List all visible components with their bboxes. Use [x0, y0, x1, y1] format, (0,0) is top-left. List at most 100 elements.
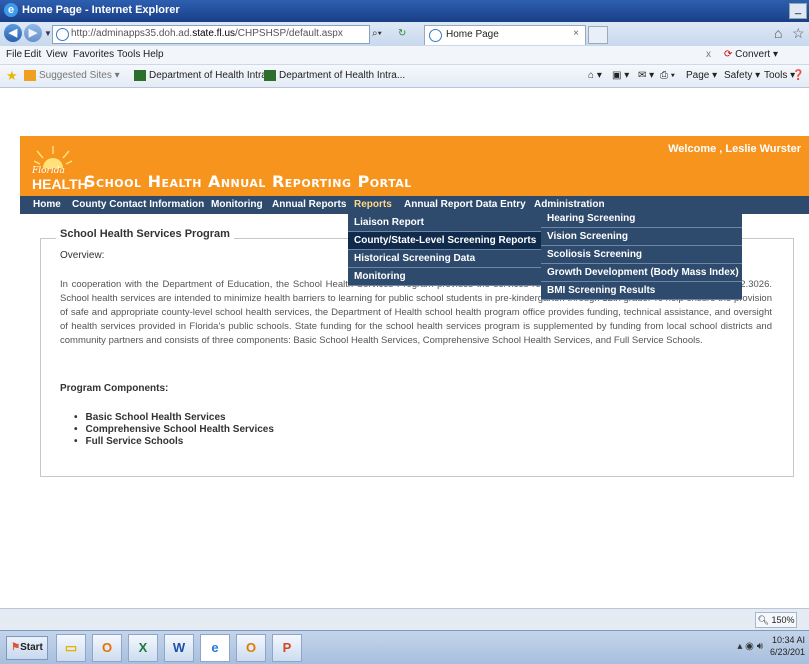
menu-item-monitoring[interactable]: Monitoring — [348, 268, 541, 286]
menu-help[interactable]: Help — [143, 49, 164, 60]
menu-item-historical-screening[interactable]: Historical Screening Data — [348, 250, 541, 268]
nav-home[interactable]: Home — [33, 199, 61, 210]
file-explorer-icon[interactable]: ▭ — [56, 634, 86, 662]
submenu-scoliosis-screening[interactable]: Scoliosis Screening — [541, 246, 742, 264]
florida-sun-logo-icon — [34, 146, 72, 168]
address-input[interactable]: http://adminapps35.doh.ad.state.fl.us/CH… — [52, 25, 370, 44]
refresh-icon[interactable]: ↻ — [398, 25, 406, 42]
back-arrow-icon[interactable]: ◀ — [4, 24, 22, 42]
page-menu-label: Page — [686, 70, 710, 81]
nav-county-contact[interactable]: County Contact Information — [72, 199, 204, 210]
nav-annual-report-data-entry[interactable]: Annual Report Data Entry — [404, 199, 526, 210]
url-prefix: http://adminapps35.doh.ad. — [71, 28, 193, 39]
outlook-icon[interactable]: O — [92, 634, 122, 662]
page-icon — [56, 28, 69, 41]
outlook-alt-icon[interactable]: O — [236, 634, 266, 662]
logo-florida-text: Florida — [32, 166, 65, 176]
nav-monitoring[interactable]: Monitoring — [211, 199, 263, 210]
zoom-icon: 🔍︎ — [757, 615, 769, 625]
tab-home-page[interactable]: Home Page × — [424, 25, 586, 45]
tab-close-icon[interactable]: × — [573, 28, 579, 39]
page-menu[interactable]: Page ▾ — [686, 70, 717, 81]
window-title-bar: e Home Page - Internet Explorer _ — [0, 0, 809, 22]
safety-menu-label: Safety — [724, 70, 753, 81]
menu-favorites[interactable]: Favorites — [73, 49, 114, 60]
address-toolbar: ◀ ▶ ▼ http://adminapps35.doh.ad.state.fl… — [0, 22, 809, 46]
favorite-link-doh-2[interactable]: Department of Health Intra... — [264, 70, 405, 81]
portal-title: School Health Annual Reporting Portal — [84, 172, 412, 191]
page-content: Florida HEALTH School Health Annual Repo… — [0, 88, 809, 608]
tools-menu-label: Tools — [764, 70, 788, 81]
favorites-star-icon[interactable]: ★ — [6, 68, 18, 84]
list-item: Basic School Health Services — [74, 412, 274, 424]
program-legend: School Health Services Program — [56, 228, 234, 240]
start-button[interactable]: ⚑Start — [6, 636, 48, 660]
volume-icon[interactable]: 🔊︎ — [757, 641, 763, 652]
overview-heading: Overview: — [60, 250, 105, 261]
new-tab-button[interactable] — [588, 26, 608, 44]
window-title: Home Page - Internet Explorer — [22, 4, 180, 16]
doh-favicon — [264, 70, 276, 81]
submenu-vision-screening[interactable]: Vision Screening — [541, 228, 742, 246]
convert-label: Convert — [735, 49, 771, 60]
powerpoint-icon[interactable]: P — [272, 634, 302, 662]
nav-annual-reports[interactable]: Annual Reports — [272, 199, 346, 210]
menu-item-liaison-report[interactable]: Liaison Report — [348, 214, 541, 232]
menu-file[interactable]: File — [6, 49, 22, 60]
menu-view[interactable]: View — [46, 49, 68, 60]
url-path: /CHPSHSP/default.aspx — [235, 28, 343, 39]
forward-arrow-icon[interactable]: ▶ — [24, 24, 42, 42]
suggested-sites-label: Suggested Sites — [39, 70, 112, 82]
menu-edit[interactable]: Edit — [24, 49, 41, 60]
excel-icon[interactable]: X — [128, 634, 158, 662]
mail-icon[interactable]: ✉ ▾ — [638, 70, 654, 81]
components-list: Basic School Health Services Comprehensi… — [74, 412, 274, 448]
logo-health-text: HEALTH — [32, 176, 88, 192]
url-domain: state.fl.us — [192, 28, 236, 39]
suggested-sites-icon — [24, 70, 36, 81]
feeds-icon[interactable]: ▣ ▾ — [612, 70, 629, 81]
home-toolbar-icon[interactable]: ⌂ ▾ — [588, 70, 602, 81]
list-item: Full Service Schools — [74, 436, 274, 448]
minimize-button[interactable]: _ — [789, 3, 807, 19]
zoom-label: 150% — [771, 615, 795, 625]
site-banner: Florida HEALTH School Health Annual Repo… — [20, 136, 809, 196]
home-icon[interactable]: ⌂ — [774, 25, 782, 41]
submenu-hearing-screening[interactable]: Hearing Screening — [541, 210, 742, 228]
system-tray: ▴ ◉ 🔊︎ — [737, 641, 763, 652]
menu-tools[interactable]: Tools — [117, 49, 140, 60]
suggested-sites-link[interactable]: Suggested Sites ▾ — [24, 70, 120, 81]
tools-menu[interactable]: Tools ▾ — [764, 70, 795, 81]
doh-favicon — [134, 70, 146, 81]
menu-item-county-state-screening[interactable]: County/State-Level Screening Reports — [348, 232, 541, 250]
close-toolbar-icon[interactable]: x — [706, 49, 711, 60]
internet-explorer-icon[interactable]: e — [200, 634, 230, 662]
taskbar-clock[interactable]: 10:34 AI 6/23/201 — [770, 634, 805, 658]
nav-administration[interactable]: Administration — [534, 199, 605, 210]
tray-arrow-icon[interactable]: ▴ — [737, 641, 742, 652]
nav-reports[interactable]: Reports — [354, 199, 392, 210]
clock-date: 6/23/201 — [769, 647, 805, 657]
help-icon[interactable]: ❓ — [792, 70, 804, 81]
convert-button[interactable]: ⟳ Convert ▾ — [724, 49, 778, 60]
windows-flag-icon: ⚑ — [11, 642, 21, 653]
tab-label: Home Page — [446, 29, 499, 40]
favorite-link-doh-1[interactable]: Department of Health Intra... — [134, 70, 275, 81]
zoom-level-button[interactable]: 🔍︎ 150% — [755, 612, 797, 628]
print-icon[interactable]: ⎙ ▾ — [660, 70, 675, 81]
search-icon[interactable]: ⌕▾ — [372, 25, 382, 42]
start-label: Start — [20, 642, 43, 653]
submenu-growth-development[interactable]: Growth Development (Body Mass Index) — [541, 264, 742, 282]
word-icon[interactable]: W — [164, 634, 194, 662]
favorite-link-label: Department of Health Intra... — [149, 70, 276, 82]
status-bar: 🔍︎ 150% — [0, 608, 809, 631]
submenu-bmi-screening-results[interactable]: BMI Screening Results — [541, 282, 742, 300]
clock-time: 10:34 AI — [771, 635, 805, 645]
safety-menu[interactable]: Safety ▾ — [724, 70, 760, 81]
tab-page-icon — [429, 29, 442, 42]
history-dropdown-icon[interactable]: ▼ — [44, 29, 52, 38]
network-icon[interactable]: ◉ — [745, 641, 754, 652]
favorites-star-icon[interactable]: ☆ — [792, 25, 805, 42]
list-item: Comprehensive School Health Services — [74, 424, 274, 436]
pdf-convert-icon: ⟳ — [724, 49, 733, 60]
